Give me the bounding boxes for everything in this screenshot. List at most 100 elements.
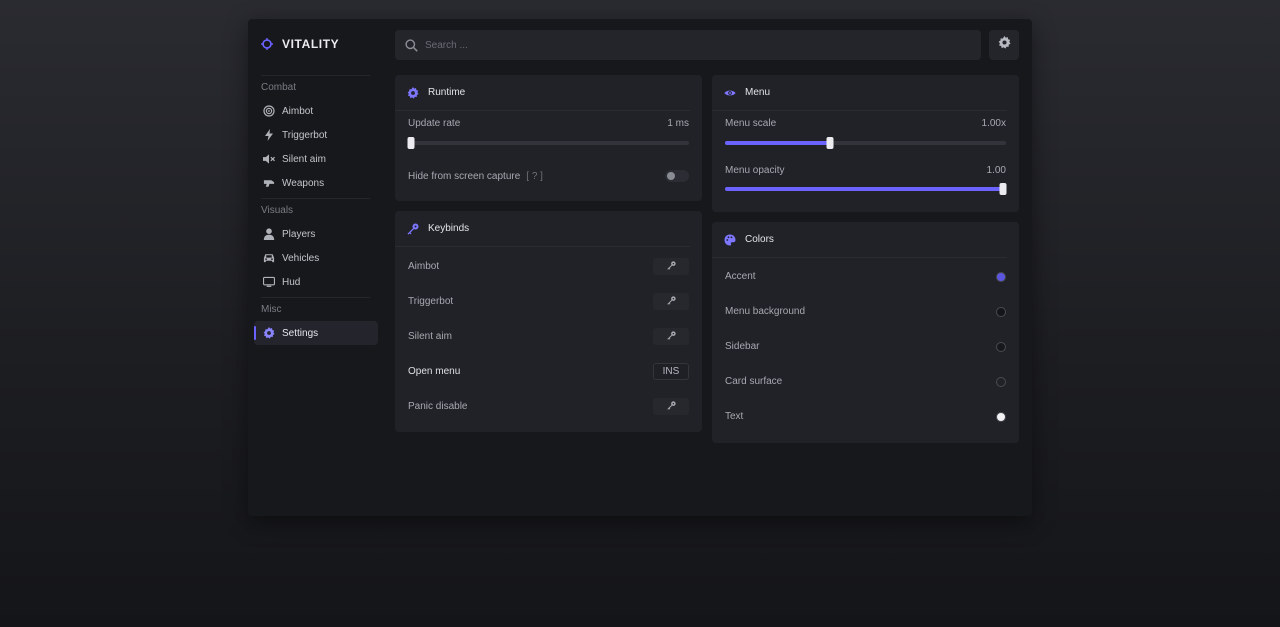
color-label: Menu background xyxy=(725,306,806,317)
color-row: Sidebar xyxy=(725,341,1006,352)
sidebar-item-silent-aim[interactable]: Silent aim xyxy=(254,147,378,171)
keybind-row: Panic disable xyxy=(408,398,689,415)
sidebar-section-visuals: Visuals xyxy=(261,198,370,222)
key-icon xyxy=(666,295,676,308)
sidebar-item-hud[interactable]: Hud xyxy=(254,270,378,294)
card-title: Menu xyxy=(745,87,771,98)
brand: VITALITY xyxy=(261,37,339,51)
keybind-label: Open menu xyxy=(408,366,461,377)
bolt-icon xyxy=(263,129,275,141)
search-input[interactable] xyxy=(425,39,945,51)
key-icon xyxy=(666,260,676,273)
key-icon xyxy=(666,330,676,343)
slider-fill xyxy=(725,141,831,145)
gear-icon xyxy=(407,86,419,99)
sidebar-item-label: Triggerbot xyxy=(282,129,328,141)
slider-thumb[interactable] xyxy=(826,137,834,149)
sidebar-item-players[interactable]: Players xyxy=(254,222,378,246)
key-icon xyxy=(407,223,419,235)
update-rate-row: Update rate 1 ms xyxy=(408,118,689,129)
sidebar-section-misc: Misc xyxy=(261,297,370,321)
sidebar-item-label: Players xyxy=(282,228,316,240)
monitor-icon xyxy=(263,276,275,288)
sidebar-item-triggerbot[interactable]: Triggerbot xyxy=(254,123,378,147)
hide-capture-row: Hide from screen capture [ ? ] xyxy=(408,170,689,182)
color-swatch[interactable] xyxy=(996,376,1006,387)
color-row: Menu background xyxy=(725,306,1006,317)
colors-card: Colors Accent Menu background Sidebar Card … xyxy=(712,222,1019,443)
color-row: Text xyxy=(725,411,1006,422)
menu-opacity-row: Menu opacity 1.00 xyxy=(725,165,1006,176)
key-icon xyxy=(666,400,676,413)
keybind-button[interactable]: INS xyxy=(653,363,689,380)
keybind-button[interactable] xyxy=(653,258,689,275)
palette-icon xyxy=(724,234,736,246)
color-row: Accent xyxy=(725,271,1006,282)
keybind-button[interactable] xyxy=(653,398,689,415)
mute-icon xyxy=(263,153,275,165)
colors-card-header: Colors xyxy=(712,222,1007,258)
menu-opacity-slider[interactable] xyxy=(725,183,1007,195)
sidebar-section-combat: Combat xyxy=(261,75,370,99)
hide-capture-toggle[interactable] xyxy=(665,170,689,182)
keybind-row: Aimbot xyxy=(408,258,689,275)
color-swatch[interactable] xyxy=(996,411,1006,422)
color-label: Sidebar xyxy=(725,341,760,352)
sidebar-item-vehicles[interactable]: Vehicles xyxy=(254,246,378,270)
menu-opacity-label: Menu opacity xyxy=(725,165,785,176)
keybinds-card: Keybinds Aimbot Triggerbot Silent aim Open … xyxy=(395,211,702,432)
target-icon xyxy=(263,105,275,117)
menu-scale-slider[interactable] xyxy=(725,137,1006,149)
gear-icon xyxy=(263,327,275,339)
search-bar[interactable] xyxy=(395,30,981,60)
brand-name: VITALITY xyxy=(282,37,340,51)
user-icon xyxy=(263,228,275,240)
sidebar-item-label: Aimbot xyxy=(282,105,314,117)
sidebar-item-label: Silent aim xyxy=(282,153,326,165)
sidebar-item-label: Hud xyxy=(282,276,301,288)
color-label: Text xyxy=(725,411,744,422)
sidebar-item-weapons[interactable]: Weapons xyxy=(254,171,378,195)
car-icon xyxy=(263,252,275,264)
color-swatch[interactable] xyxy=(996,271,1006,282)
slider-thumb[interactable] xyxy=(407,137,415,149)
toggle-knob xyxy=(667,172,675,180)
slider-fill xyxy=(725,187,1006,191)
keybind-button[interactable] xyxy=(653,293,689,310)
keybind-row: Triggerbot xyxy=(408,293,689,310)
menu-card-header: Menu xyxy=(712,75,1007,111)
menu-window: VITALITY Combat Aimbot Triggerbot Silent… xyxy=(248,19,1032,516)
search-icon xyxy=(405,38,418,52)
sidebar: Combat Aimbot Triggerbot Silent aim Weap… xyxy=(254,75,378,345)
runtime-card: Runtime Update rate 1 ms Hide from scree… xyxy=(395,75,702,201)
weapon-icon xyxy=(263,177,275,189)
hide-capture-label: Hide from screen capture xyxy=(408,170,521,182)
card-title: Colors xyxy=(745,234,774,245)
color-swatch[interactable] xyxy=(996,306,1006,317)
eye-icon xyxy=(724,87,736,99)
slider-thumb[interactable] xyxy=(999,183,1007,195)
color-label: Accent xyxy=(725,271,756,282)
menu-card: Menu Menu scale 1.00x Menu opacity 1.00 xyxy=(712,75,1019,212)
update-rate-label: Update rate xyxy=(408,118,461,129)
keybind-row: Open menu INS xyxy=(408,363,689,380)
sidebar-item-label: Settings xyxy=(282,327,319,339)
keybind-row: Silent aim xyxy=(408,328,689,345)
sidebar-item-settings[interactable]: Settings xyxy=(254,321,378,345)
menu-scale-value: 1.00x xyxy=(981,118,1006,129)
crosshair-logo-icon xyxy=(261,38,273,50)
keybinds-card-header: Keybinds xyxy=(395,211,690,247)
gear-icon xyxy=(998,36,1011,54)
color-label: Card surface xyxy=(725,376,783,387)
menu-scale-row: Menu scale 1.00x xyxy=(725,118,1006,129)
update-rate-slider[interactable] xyxy=(407,137,689,149)
update-rate-value: 1 ms xyxy=(667,118,689,129)
help-hint[interactable]: [ ? ] xyxy=(526,171,543,182)
color-row: Card surface xyxy=(725,376,1006,387)
settings-button[interactable] xyxy=(989,30,1019,60)
card-title: Keybinds xyxy=(428,223,470,234)
keybind-button[interactable] xyxy=(653,328,689,345)
color-swatch[interactable] xyxy=(996,341,1006,352)
sidebar-item-aimbot[interactable]: Aimbot xyxy=(254,99,378,123)
runtime-card-header: Runtime xyxy=(395,75,690,111)
